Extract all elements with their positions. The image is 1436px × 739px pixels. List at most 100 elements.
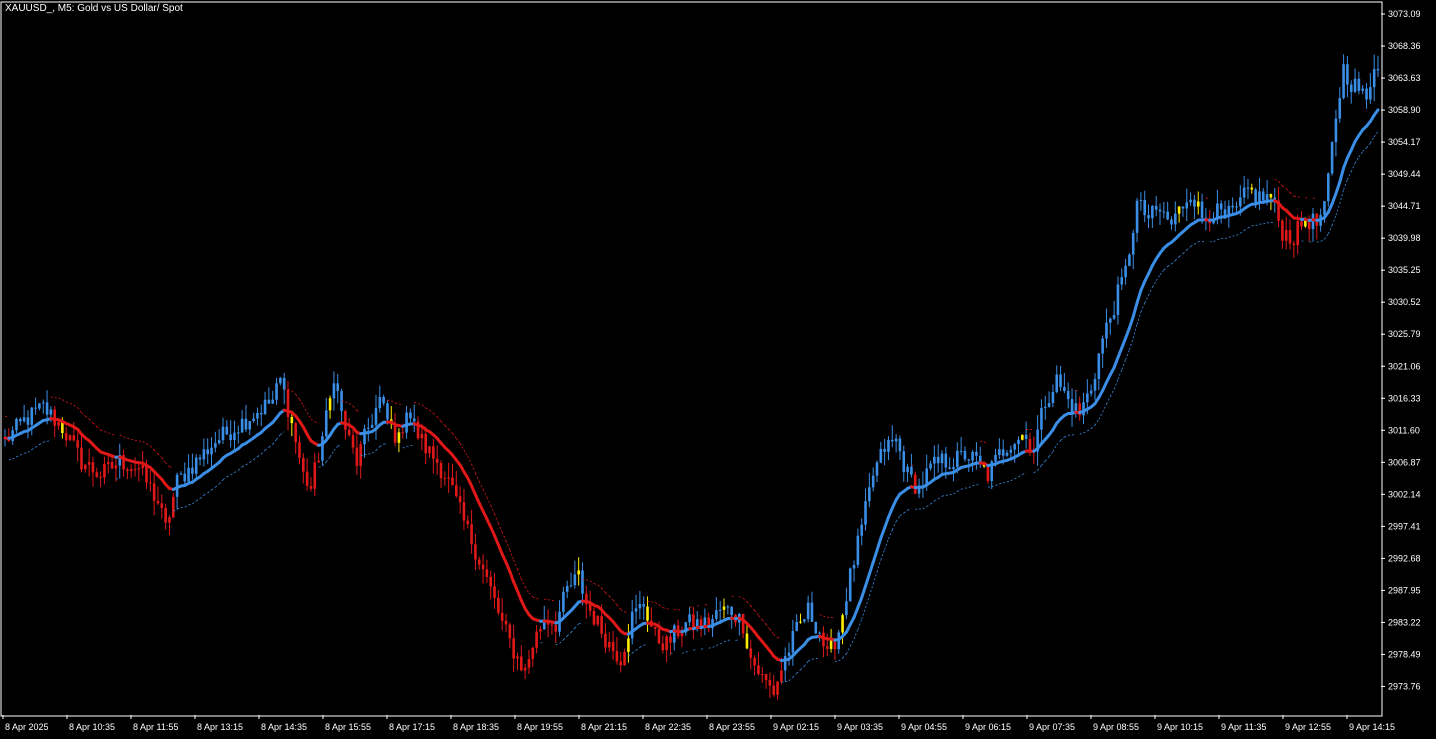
candle-body [1342, 64, 1345, 99]
envelope-band-segment [211, 486, 216, 491]
candle-body [596, 616, 600, 625]
moving-average-segment [1127, 315, 1135, 330]
candle-body [355, 447, 359, 466]
envelope-band-segment [414, 401, 419, 405]
candle-body [466, 520, 470, 525]
price-tick-label: 2997.41 [1388, 521, 1421, 531]
envelope-band-segment [983, 441, 989, 445]
envelope-band-segment [586, 579, 591, 582]
envelope-band-segment [815, 657, 820, 659]
envelope-band-segment [1373, 131, 1379, 138]
candle-body [1326, 173, 1330, 202]
chart-frame [0, 1, 1383, 717]
envelope-band-segment [1274, 178, 1279, 182]
envelope-band-segment [203, 492, 208, 496]
moving-average-segment [864, 572, 871, 588]
envelope-band-segment [597, 584, 602, 589]
envelope-band-segment [823, 615, 828, 618]
envelope-band-segment [463, 449, 469, 457]
candle-body [906, 466, 909, 473]
price-chart[interactable]: 3073.09 3068.36 3063.63 3058.90 3054.17 3049.… [0, 0, 1436, 739]
candle-body [321, 436, 324, 461]
envelope-band-segment [953, 491, 958, 495]
envelope-band-segment [1064, 434, 1069, 438]
candle-body [1024, 434, 1028, 439]
candle-body [493, 586, 496, 598]
candle-body [669, 636, 672, 643]
envelope-band-segment [31, 446, 36, 450]
envelope-band-segment [716, 643, 721, 646]
envelope-band-segment [1010, 478, 1015, 482]
candle-body [741, 613, 745, 634]
moving-average-segment [1135, 288, 1143, 305]
envelope-band-segment [16, 454, 21, 458]
time-tick-label: 9 Apr 08:55 [1093, 722, 1139, 732]
candle-body [1369, 87, 1372, 100]
envelope-band-segment [1083, 430, 1088, 434]
candle-body [382, 397, 385, 404]
envelope-band-segment [429, 409, 434, 414]
envelope-band-segment [907, 508, 912, 511]
envelope-band-segment [127, 437, 132, 440]
envelope-band-segment [1052, 444, 1058, 452]
candle-body [298, 442, 301, 458]
candle-body [1288, 230, 1292, 244]
candle-body [41, 402, 45, 404]
candle-body [171, 496, 175, 518]
moving-average-segment [1342, 156, 1349, 170]
envelope-band-segment [295, 394, 300, 400]
price-tick-label: 2992.68 [1388, 553, 1421, 563]
envelope-band-segment [536, 598, 541, 600]
envelope-band-segment [872, 571, 878, 585]
time-tick-label: 8 Apr 22:35 [645, 722, 691, 732]
candle-body [653, 626, 657, 629]
envelope-band-segment [325, 456, 331, 463]
candle-body [1097, 353, 1101, 379]
envelope-band-segment [1098, 412, 1103, 420]
envelope-band-segment [452, 433, 457, 439]
candle-body [367, 427, 370, 429]
envelope-band-segment [272, 439, 277, 445]
candle-body [328, 398, 332, 411]
envelope-band-segment [131, 439, 136, 441]
candle-body [1131, 232, 1135, 255]
candle-body [378, 397, 382, 409]
time-axis[interactable]: 8 Apr 2025 8 Apr 10:35 8 Apr 11:55 8 Apr 13… [2, 715, 1395, 732]
candle-body [1269, 194, 1273, 198]
candle-body [1001, 449, 1005, 456]
candle-body [504, 620, 508, 625]
envelope-band-segment [1243, 227, 1249, 231]
candle-body [481, 564, 485, 570]
moving-average-segment [493, 534, 500, 547]
candle-body [1323, 201, 1326, 216]
candle-body [883, 448, 886, 452]
candle-body [110, 462, 114, 469]
price-axis[interactable]: 3073.09 3068.36 3063.63 3058.90 3054.17 3049.… [1381, 9, 1421, 692]
envelope-band-segment [280, 431, 285, 435]
candle-body [894, 438, 898, 442]
envelope-band-segment [348, 402, 354, 407]
envelope-band-segment [1278, 181, 1283, 187]
candle-body [902, 451, 906, 473]
envelope-band-segment [1144, 295, 1149, 304]
envelope-band-segment [39, 441, 44, 445]
envelope-band-segment [1217, 238, 1222, 241]
envelope-band-segment [991, 485, 996, 488]
candle-body [757, 665, 760, 675]
candle-body [1346, 64, 1349, 85]
candle-body [959, 450, 963, 452]
envelope-band-segment [1014, 476, 1019, 480]
envelope-band-segment [631, 650, 637, 654]
envelope-band-segment [819, 614, 824, 617]
candle-body [1296, 221, 1299, 246]
envelope-band-segment [846, 646, 851, 655]
candle-body [194, 457, 198, 474]
envelope-band-segment [895, 515, 901, 522]
envelope-band-segment [222, 476, 228, 481]
envelope-band-segment [616, 604, 622, 610]
envelope-band-segment [8, 458, 13, 461]
price-tick-label: 2983.22 [1388, 617, 1421, 627]
candle-body [948, 467, 951, 470]
candle-body [806, 602, 810, 620]
envelope-band-segment [1331, 215, 1337, 226]
